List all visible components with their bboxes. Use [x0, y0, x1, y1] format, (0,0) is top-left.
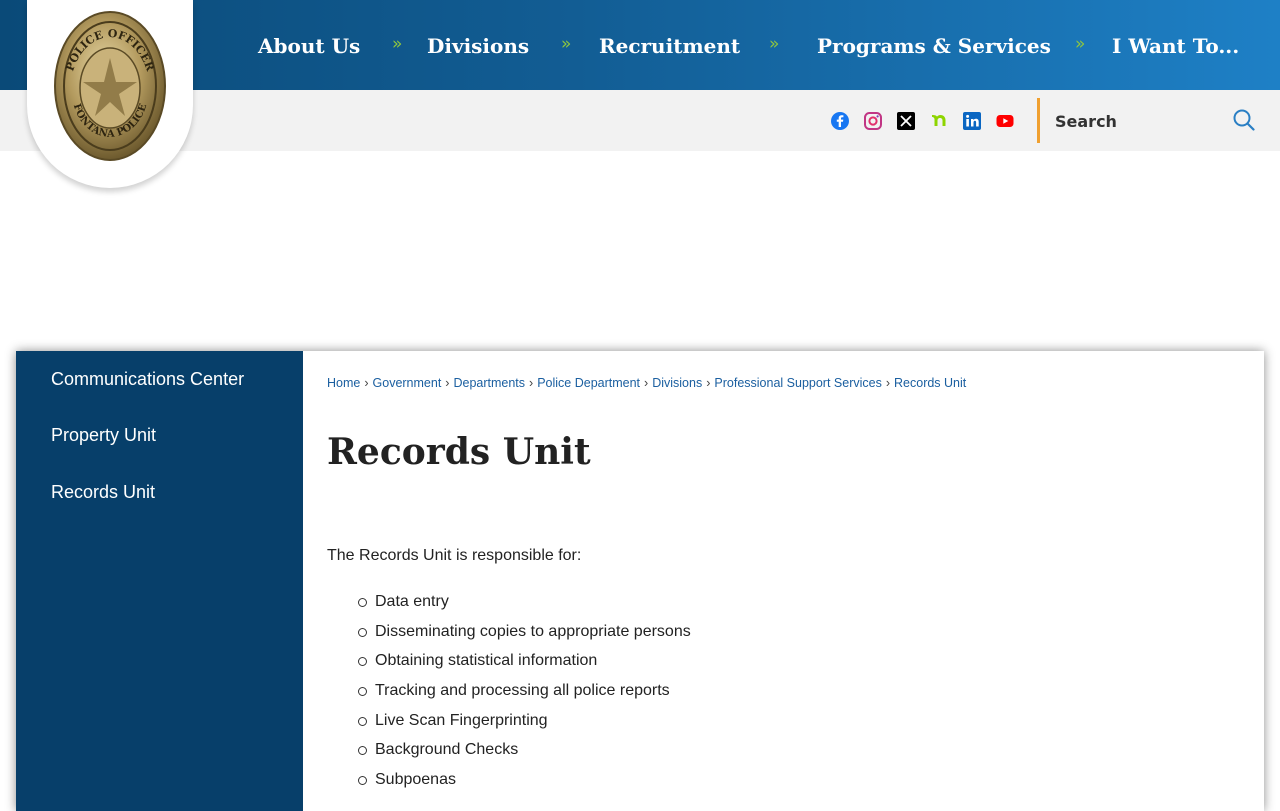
sidebar-item-property-unit[interactable]: Property Unit	[51, 425, 156, 446]
search-box	[1037, 98, 1280, 143]
list-item: Disseminating copies to appropriate pers…	[327, 621, 691, 651]
breadcrumb-separator: ›	[644, 376, 649, 390]
instagram-icon[interactable]	[863, 111, 883, 131]
page-title: Records Unit	[327, 431, 591, 473]
breadcrumb-separator: ›	[706, 376, 711, 390]
nav-about-us[interactable]: About Us	[258, 31, 360, 61]
list-item: Obtaining statistical information	[327, 650, 691, 680]
x-icon[interactable]	[896, 111, 916, 131]
list-item: Data entry	[327, 591, 691, 621]
nav-separator-icon: »	[392, 34, 403, 54]
nav-programs-services[interactable]: Programs & Services	[817, 31, 1051, 61]
sidebar-item-communications-center[interactable]: Communications Center	[51, 369, 244, 390]
nav-i-want-to[interactable]: I Want To...	[1112, 31, 1239, 61]
intro-text: The Records Unit is responsible for:	[327, 547, 582, 564]
breadcrumb-government[interactable]: Government	[373, 376, 442, 390]
breadcrumb-divisions[interactable]: Divisions	[652, 376, 702, 390]
facebook-icon[interactable]	[830, 111, 850, 131]
nav-separator-icon: »	[1075, 34, 1086, 54]
breadcrumb-records-unit[interactable]: Records Unit	[894, 376, 966, 390]
breadcrumb-departments[interactable]: Departments	[453, 376, 525, 390]
nav-separator-icon: »	[769, 34, 780, 54]
list-item: Background Checks	[327, 739, 691, 769]
badge-icon: POLICE OFFICER FONTANA POLICE	[54, 11, 166, 161]
list-item: Tracking and processing all police repor…	[327, 680, 691, 710]
search-icon[interactable]	[1232, 108, 1256, 132]
breadcrumb: Home › Government › Departments › Police Depar…	[327, 376, 966, 390]
police-badge-logo[interactable]: POLICE OFFICER FONTANA POLICE	[27, 0, 193, 188]
breadcrumb-professional-support-services[interactable]: Professional Support Services	[714, 376, 881, 390]
list-item: Live Scan Fingerprinting	[327, 710, 691, 740]
nav-divisions[interactable]: Divisions	[427, 31, 529, 61]
breadcrumb-police-department[interactable]: Police Department	[537, 376, 640, 390]
linkedin-icon[interactable]	[962, 111, 982, 131]
content-card: Communications Center Property Unit Reco…	[16, 351, 1264, 811]
nextdoor-icon[interactable]	[929, 111, 949, 131]
nav-recruitment[interactable]: Recruitment	[599, 31, 740, 61]
breadcrumb-home[interactable]: Home	[327, 376, 360, 390]
list-item: Subpoenas	[327, 769, 691, 799]
sidebar-nav: Communications Center Property Unit Reco…	[16, 351, 303, 811]
sidebar-item-records-unit[interactable]: Records Unit	[51, 482, 155, 503]
youtube-icon[interactable]	[995, 111, 1015, 131]
search-input[interactable]	[1055, 109, 1225, 133]
responsibilities-list: Data entry Disseminating copies to appro…	[327, 591, 691, 799]
breadcrumb-separator: ›	[529, 376, 534, 390]
breadcrumb-separator: ›	[885, 376, 891, 390]
nav-separator-icon: »	[561, 34, 572, 54]
breadcrumb-separator: ›	[445, 376, 450, 390]
main-content: Home › Government › Departments › Police Depar…	[327, 351, 1247, 811]
breadcrumb-separator: ›	[364, 376, 369, 390]
